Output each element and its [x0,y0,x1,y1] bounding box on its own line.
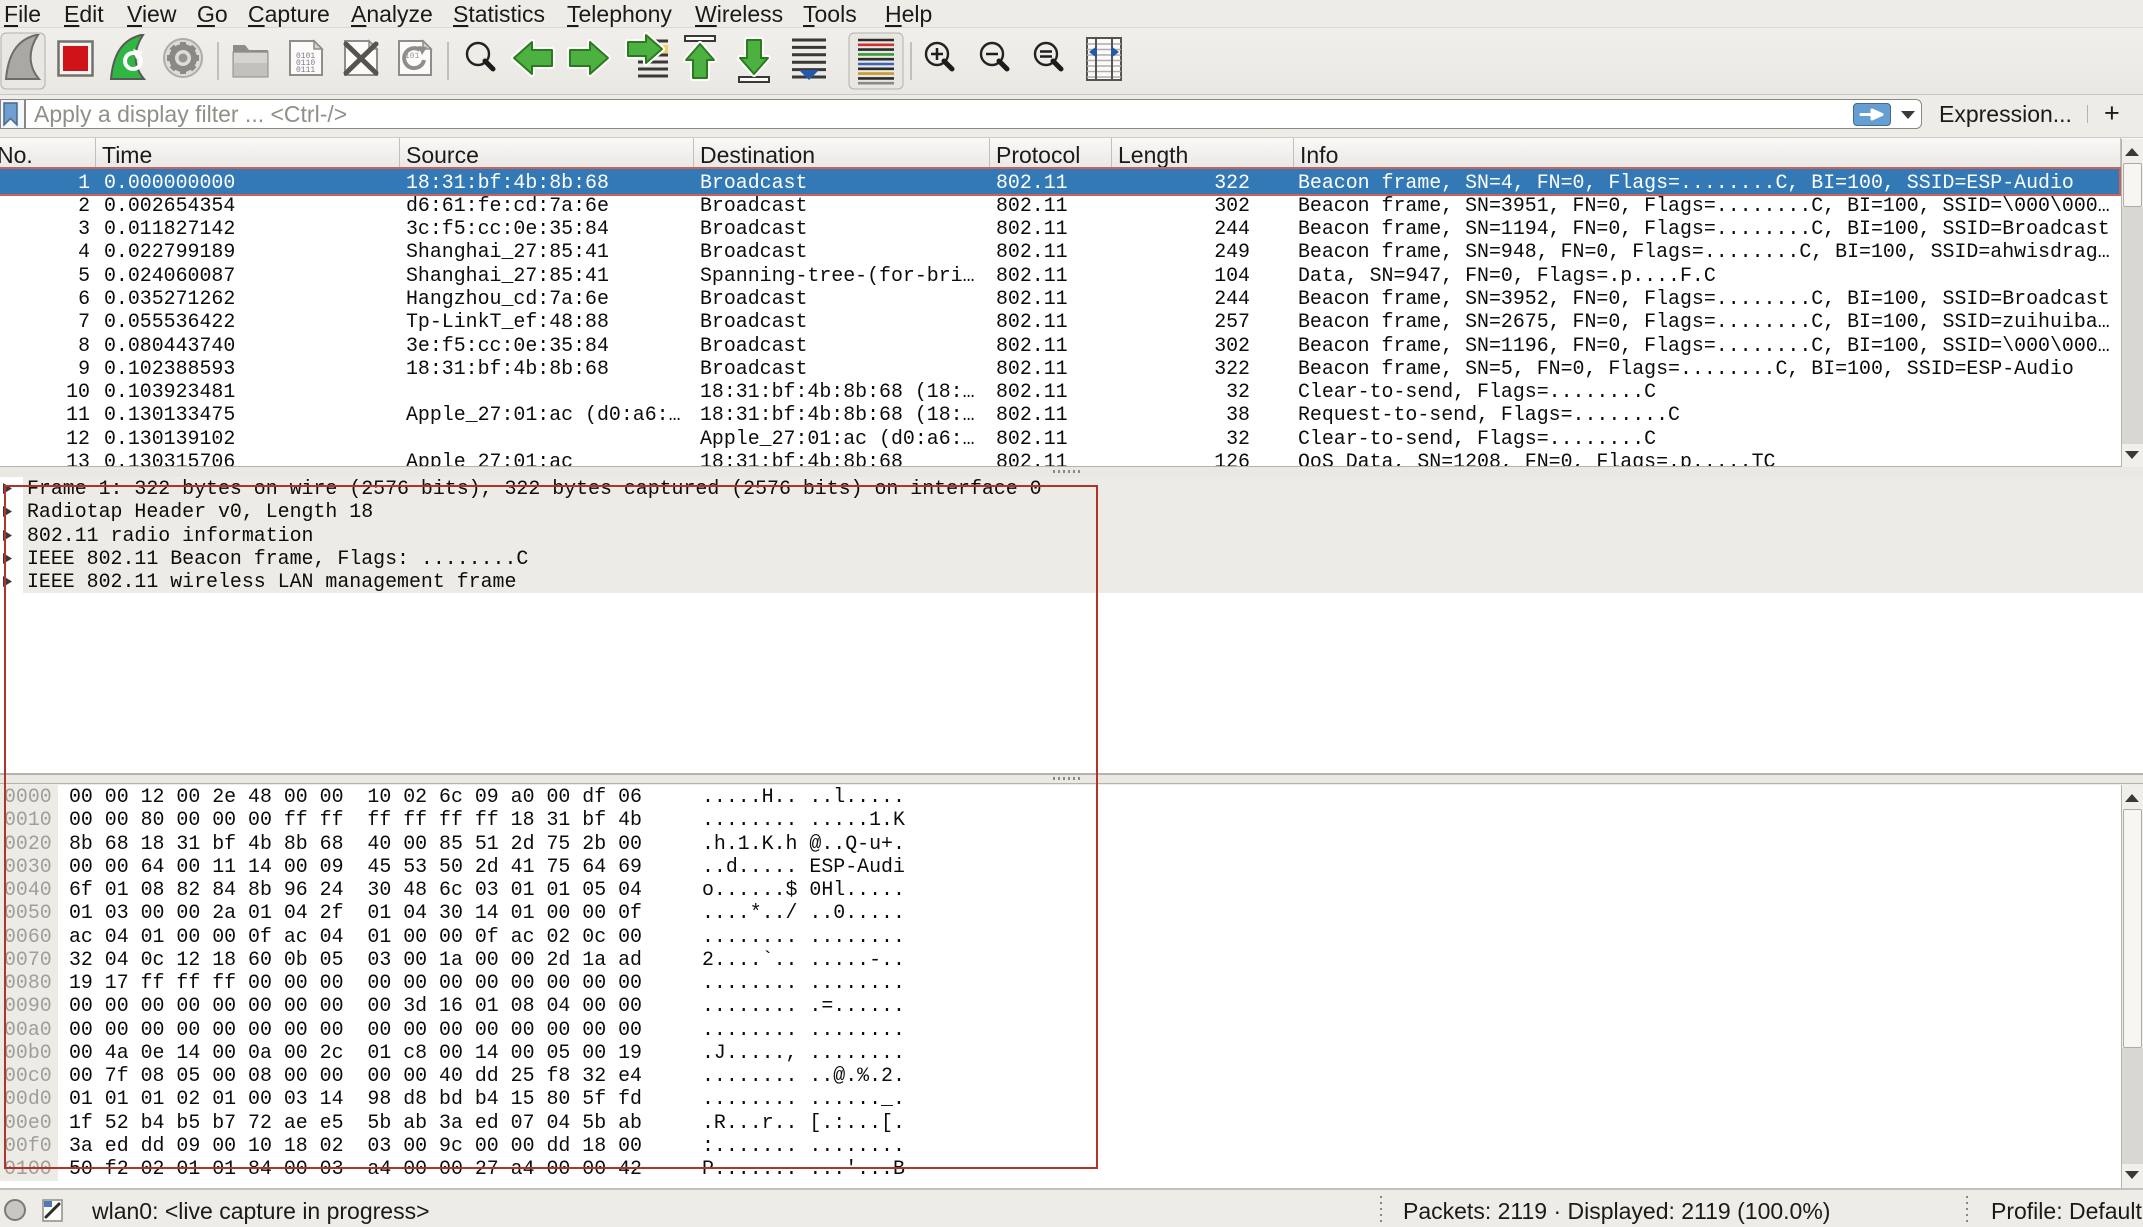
svg-text:0111: 0111 [296,66,315,75]
